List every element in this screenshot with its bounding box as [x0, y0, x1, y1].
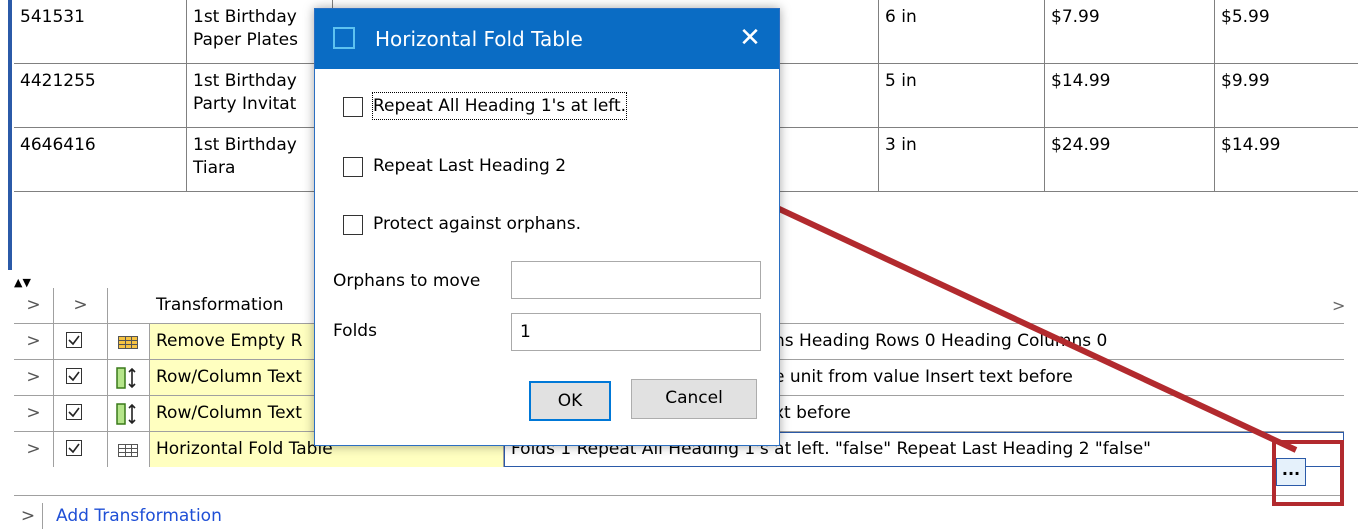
orphans-to-move-input[interactable] — [511, 261, 761, 299]
sale-price-cell: $9.99 — [1214, 64, 1358, 127]
sale-price-cell: $14.99 — [1214, 128, 1358, 191]
protect-orphans-label[interactable]: Protect against orphans. — [373, 211, 581, 237]
enabled-checkbox[interactable] — [54, 360, 108, 395]
row-expand-icon[interactable]: > — [14, 432, 54, 467]
protect-orphans-checkbox[interactable] — [343, 215, 363, 235]
row-expand-icon[interactable]: > — [14, 360, 54, 395]
size-cell: 3 in — [878, 128, 1044, 191]
dialog-title: Horizontal Fold Table — [375, 27, 583, 51]
close-icon[interactable]: ✕ — [735, 23, 765, 53]
product-name-line1: 1st Birthday — [193, 7, 297, 27]
checkbox-checked-icon[interactable] — [66, 440, 82, 456]
ok-button[interactable]: OK — [529, 381, 611, 421]
sku-cell: 4421255 — [20, 71, 96, 91]
cancel-button[interactable]: Cancel — [631, 379, 757, 419]
product-name-line2: Paper Plates — [193, 30, 298, 50]
checkbox-checked-icon[interactable] — [66, 368, 82, 384]
enabled-checkbox[interactable] — [54, 396, 108, 431]
enabled-checkbox[interactable] — [54, 432, 108, 467]
expand-all-icon[interactable]: > — [14, 288, 54, 323]
sku-cell: 4646416 — [20, 135, 96, 155]
price-cell: $14.99 — [1044, 64, 1214, 127]
left-scroll-indicator — [8, 0, 12, 270]
table-icon — [118, 444, 138, 457]
repeat-last-heading2-label[interactable]: Repeat Last Heading 2 — [373, 153, 566, 179]
sku-cell: 541531 — [20, 7, 85, 27]
transformation-type-cell — [108, 360, 150, 395]
repeat-last-heading2-checkbox[interactable] — [343, 157, 363, 177]
product-name-line1: 1st Birthday — [193, 71, 297, 91]
row-expand-icon[interactable]: > — [14, 324, 54, 359]
product-name-cell: 1st Birthday Party Invitat — [186, 64, 332, 127]
transformation-type-cell — [108, 396, 150, 431]
product-name-cell: 1st Birthday Paper Plates — [186, 0, 332, 63]
expand-column-icon[interactable]: > — [54, 288, 108, 323]
product-name-line2: Tiara — [193, 158, 236, 178]
add-transformation-link[interactable]: Add Transformation — [56, 503, 222, 529]
annotation-highlight-box — [1272, 440, 1344, 506]
dialog-titlebar[interactable]: Horizontal Fold Table ✕ — [315, 9, 779, 69]
repeat-heading1-checkbox[interactable] — [343, 97, 363, 117]
product-name-cell: 1st Birthday Tiara — [186, 128, 332, 191]
product-name-line2: Party Invitat — [193, 94, 297, 114]
size-cell: 6 in — [878, 0, 1044, 63]
orphans-to-move-label: Orphans to move — [333, 271, 481, 291]
transformation-type-cell — [108, 432, 150, 467]
transformation-type-cell — [108, 324, 150, 359]
checkbox-checked-icon[interactable] — [66, 332, 82, 348]
left-margin — [0, 0, 6, 529]
folds-label: Folds — [333, 321, 377, 341]
splitter-handle-icon[interactable]: ▲▼ — [14, 277, 31, 288]
add-row-expand-icon[interactable]: > — [14, 503, 43, 529]
row-column-text-icon — [116, 367, 136, 389]
repeat-heading1-label[interactable]: Repeat All Heading 1's at left. — [371, 92, 628, 120]
row-expand-icon[interactable]: > — [14, 396, 54, 431]
price-cell: $24.99 — [1044, 128, 1214, 191]
horizontal-fold-table-dialog: Horizontal Fold Table ✕ Repeat All Headi… — [314, 8, 780, 446]
checkbox-checked-icon[interactable] — [66, 404, 82, 420]
price-cell: $7.99 — [1044, 0, 1214, 63]
row-column-text-icon — [116, 403, 136, 425]
sale-price-cell: $5.99 — [1214, 0, 1358, 63]
product-name-line1: 1st Birthday — [193, 135, 297, 155]
table-yellow-icon — [118, 336, 138, 349]
folds-input[interactable]: 1 — [511, 313, 761, 351]
size-cell: 5 in — [878, 64, 1044, 127]
chevron-right-icon[interactable]: > — [1332, 296, 1345, 315]
window-icon — [333, 27, 355, 49]
enabled-checkbox[interactable] — [54, 324, 108, 359]
